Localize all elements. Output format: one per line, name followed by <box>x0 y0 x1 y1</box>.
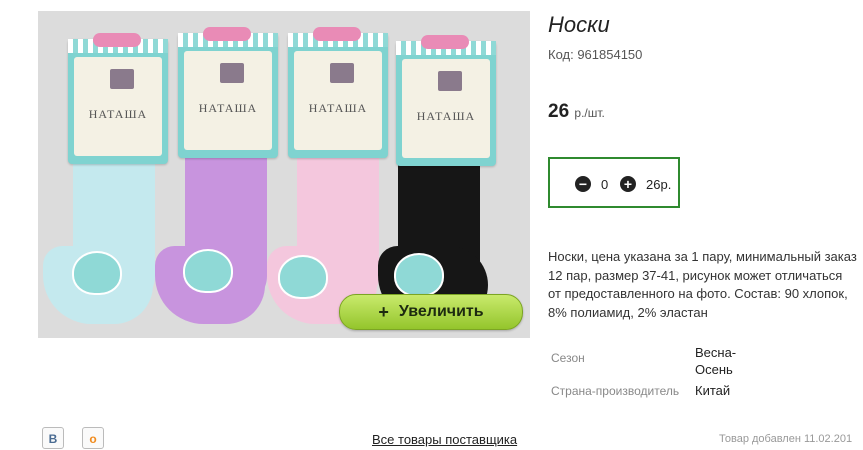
brand-logo-icon <box>220 63 244 83</box>
product-description: Носки, цена указана за 1 пару, минимальн… <box>548 249 857 320</box>
product-price: 26 р./шт. <box>548 101 605 123</box>
plus-circle-icon[interactable]: + <box>620 176 636 192</box>
product-code: Код: 961854150 <box>548 47 643 62</box>
card-brand: НАТАША <box>88 107 148 121</box>
property-value-season: Весна- Осень <box>695 344 736 378</box>
price-value: 26 <box>548 101 570 122</box>
season-value-line: Осень <box>695 362 733 377</box>
season-value-line: Весна- <box>695 345 737 360</box>
card-brand: НАТАША <box>198 101 258 115</box>
price-unit: р./шт. <box>574 106 605 120</box>
property-label-season: Сезон <box>551 351 585 365</box>
package-card: НАТАША <box>396 35 496 166</box>
product-title: Носки <box>548 12 610 37</box>
zoom-plus-icon: + <box>378 301 389 322</box>
card-brand: НАТАША <box>416 109 476 123</box>
property-value-country: Китай <box>695 383 731 398</box>
package-card: НАТАША <box>68 33 168 164</box>
package-card: НАТАША <box>178 27 278 158</box>
heart-tag-icon <box>72 251 122 295</box>
date-added: Товар добавлен 11.02.201 <box>719 433 853 445</box>
minus-circle-icon[interactable]: − <box>575 176 591 192</box>
vk-share-button[interactable]: В <box>42 427 64 449</box>
package-card: НАТАША <box>288 27 388 158</box>
property-label-country: Страна-производитель <box>551 384 680 398</box>
brand-logo-icon <box>330 63 354 83</box>
all-supplier-goods-link[interactable]: Все товары поставщика <box>372 432 517 447</box>
brand-logo-icon <box>438 71 462 91</box>
heart-tag-icon <box>183 249 233 293</box>
ok-share-button[interactable]: о <box>82 427 104 449</box>
quantity-stepper: − 0 + 26р. <box>548 157 680 208</box>
product-photo[interactable]: НАТАША НАТАША НАТАША НАТАША <box>38 11 530 338</box>
quantity-value: 0 <box>601 177 609 192</box>
card-brand: НАТАША <box>308 101 368 115</box>
zoom-label: Увеличить <box>398 303 484 320</box>
heart-tag-icon <box>394 253 444 297</box>
zoom-button[interactable]: + Увеличить <box>339 294 523 330</box>
cart-sum: 26р. <box>646 177 672 192</box>
brand-logo-icon <box>110 69 134 89</box>
heart-tag-icon <box>278 255 328 299</box>
